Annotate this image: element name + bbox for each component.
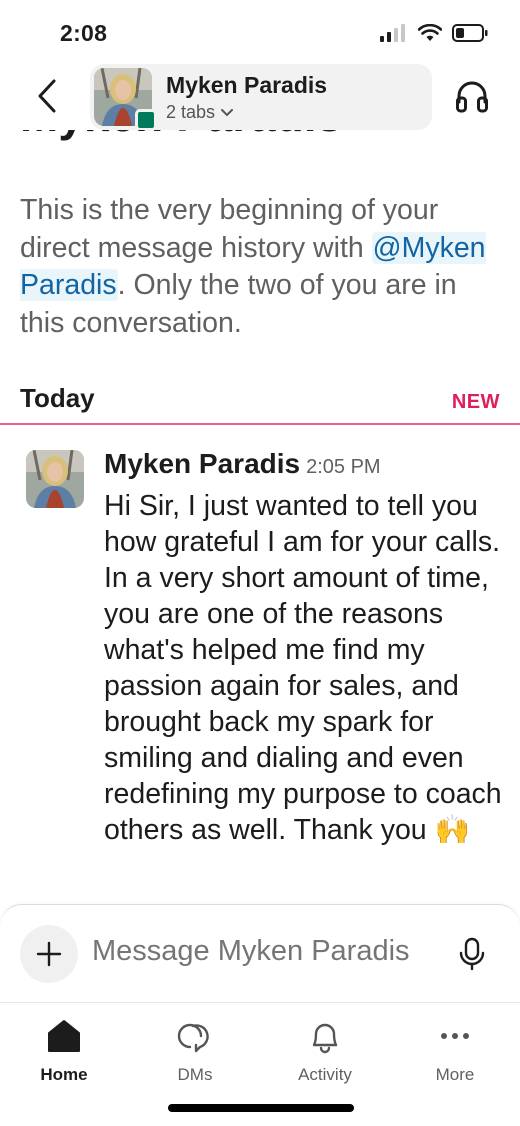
tab-bar: Home DMs Activity More [0, 1002, 520, 1093]
signal-icon [380, 24, 405, 42]
message-text: Hi Sir, I just wanted to tell you how gr… [104, 490, 502, 846]
message-avatar[interactable] [26, 450, 84, 508]
tab-activity-label: Activity [298, 1065, 352, 1084]
conversation-intro: This is the very beginning of your direc… [20, 192, 490, 342]
voice-message-button[interactable] [458, 937, 486, 971]
add-attachment-button[interactable] [20, 925, 78, 983]
home-indicator [168, 1104, 354, 1112]
dms-icon [177, 1023, 209, 1053]
back-button[interactable] [30, 76, 64, 116]
status-time: 2:08 [60, 20, 108, 46]
chevron-down-icon [221, 108, 234, 116]
tabs-count: 2 tabs [166, 102, 216, 122]
conversation-header: Myken Paradis 2 tabs [0, 62, 520, 134]
message-input[interactable] [92, 935, 432, 968]
tab-dms[interactable]: DMs [145, 1013, 245, 1085]
header-name: Myken Paradis [166, 72, 328, 98]
status-bar: 2:08 [0, 0, 520, 62]
day-label: Today [20, 383, 95, 413]
tab-more-label: More [435, 1065, 475, 1084]
tab-activity[interactable]: Activity [275, 1013, 375, 1085]
day-divider: Today NEW [20, 383, 500, 423]
tab-home-label: Home [40, 1065, 88, 1084]
wifi-icon [418, 24, 442, 41]
bell-icon [312, 1023, 338, 1054]
home-icon [48, 1020, 80, 1052]
more-icon [441, 1033, 469, 1039]
battery-icon [452, 24, 488, 42]
presence-indicator [135, 109, 157, 131]
headphones-icon [456, 81, 488, 113]
message-author[interactable]: Myken Paradis [104, 448, 300, 479]
message-timestamp: 2:05 PM [306, 456, 381, 478]
huddle-button[interactable] [454, 78, 490, 114]
tab-home[interactable]: Home [14, 1013, 114, 1085]
message-composer [0, 904, 520, 1001]
tab-more[interactable]: More [405, 1013, 505, 1085]
plus-icon [36, 941, 62, 967]
microphone-icon [459, 937, 485, 971]
tab-dms-label: DMs [177, 1065, 213, 1084]
new-messages-label: NEW [451, 391, 500, 413]
status-icons [380, 24, 488, 42]
message-header: Myken Paradis 2:05 PM [104, 448, 381, 480]
chevron-left-icon [38, 79, 56, 113]
conversation-title-button[interactable]: Myken Paradis 2 tabs [90, 64, 432, 131]
tabs-dropdown[interactable]: 2 tabs [166, 102, 234, 123]
new-messages-divider [0, 423, 520, 425]
